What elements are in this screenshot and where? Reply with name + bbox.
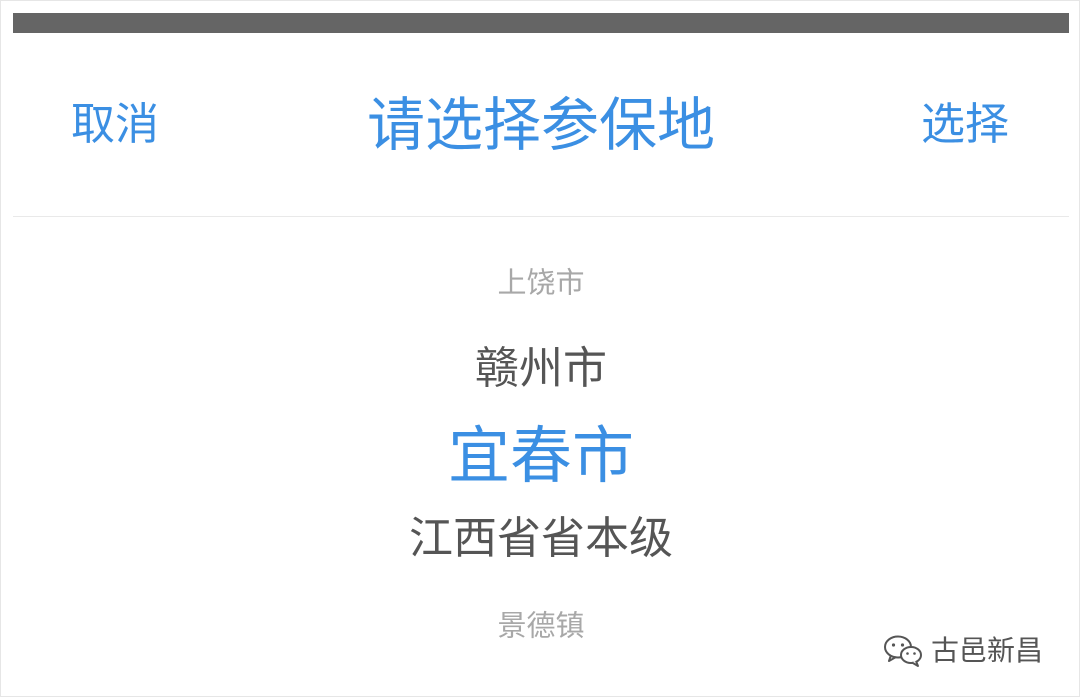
picker-option[interactable]: 上饶市 — [13, 268, 1069, 298]
picker-header: 取消 请选择参保地 选择 — [13, 33, 1069, 217]
watermark-text: 古邑新昌 — [930, 634, 1043, 667]
picker-dialog: 取消 请选择参保地 选择 上饶市 赣州市 宜春市 江西省省本级 景德镇 古邑新昌 — [0, 0, 1080, 697]
select-button[interactable]: 选择 — [921, 103, 1009, 147]
picker-title: 请选择参保地 — [366, 91, 715, 159]
picker-option[interactable]: 赣州市 — [13, 347, 1069, 391]
watermark: 古邑新昌 — [883, 634, 1043, 668]
wechat-icon — [883, 635, 922, 667]
top-bar — [13, 13, 1069, 33]
picker-option[interactable]: 江西省省本级 — [13, 517, 1069, 561]
picker-option-selected[interactable]: 宜春市 — [13, 425, 1069, 487]
city-picker-wheel[interactable]: 上饶市 赣州市 宜春市 江西省省本级 景德镇 — [13, 217, 1069, 687]
